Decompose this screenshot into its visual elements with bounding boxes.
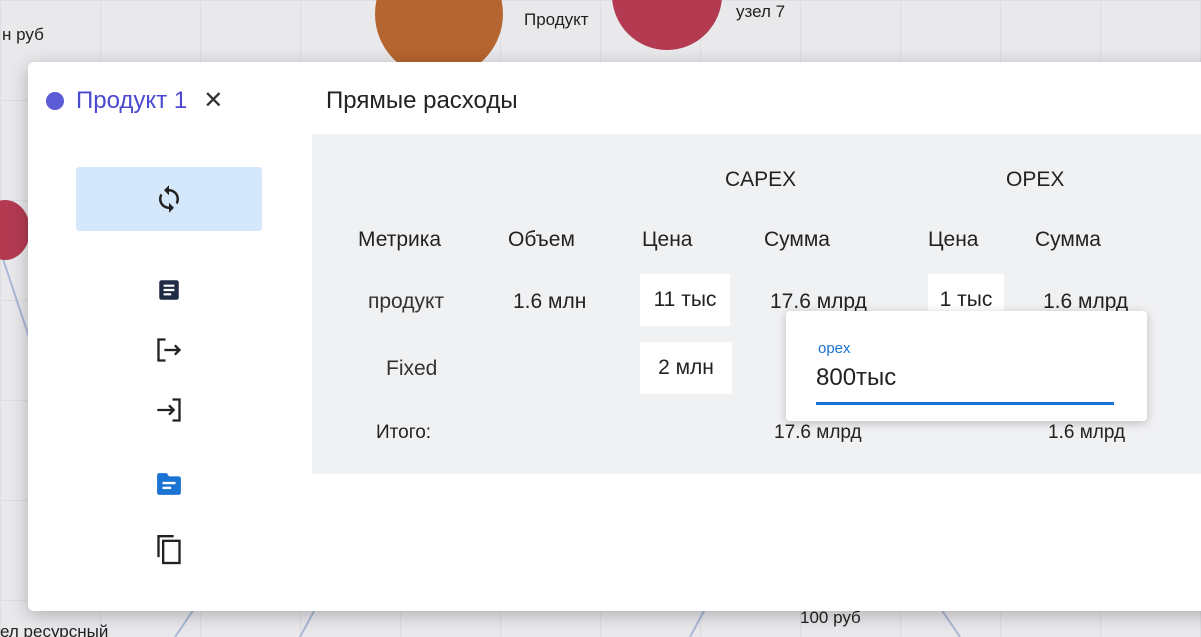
close-icon[interactable]: ✕ — [203, 89, 223, 113]
opex-field-underline — [816, 402, 1114, 405]
column-header-opex-price: Цена — [928, 228, 979, 251]
table-row-metric: продукт — [368, 290, 445, 313]
canvas-label: ел ресурсный — [0, 622, 109, 637]
opex-field-input[interactable] — [816, 357, 1114, 399]
total-opex-sum: 1.6 млрд — [1048, 422, 1126, 443]
total-label: Итого: — [376, 422, 432, 443]
section-title: Прямые расходы — [326, 87, 518, 114]
modal-header: Продукт 1 ✕ — [46, 86, 223, 116]
table-row-metric: Fixed — [386, 357, 438, 380]
canvas-label: узел 7 — [736, 2, 786, 21]
column-header-opex-sum: Сумма — [1035, 228, 1101, 251]
group-header-capex: CAPEX — [725, 168, 797, 191]
document-icon[interactable] — [155, 276, 183, 304]
direct-costs-table: CAPEX OPEX Метрика Объем Цена Сумма Цена… — [312, 134, 1201, 474]
folder-icon[interactable] — [155, 470, 183, 498]
refresh-button[interactable] — [76, 167, 262, 231]
logout-icon[interactable] — [155, 336, 183, 364]
canvas-label: Продукт — [524, 10, 589, 29]
canvas-label: н руб — [2, 25, 44, 44]
canvas-label: 100 руб — [800, 608, 861, 627]
column-header-capex-sum: Сумма — [764, 228, 830, 251]
total-capex-sum: 17.6 млрд — [774, 422, 862, 443]
column-header-volume: Объем — [508, 228, 575, 251]
capex-price-input[interactable]: 2 млн — [640, 342, 732, 394]
refresh-icon — [159, 185, 179, 213]
product-color-dot — [46, 92, 64, 110]
opex-edit-popup: opex — [786, 311, 1147, 421]
login-icon[interactable] — [155, 396, 183, 424]
copy-icon[interactable] — [155, 532, 183, 566]
opex-field-label: opex — [818, 340, 851, 357]
product-title[interactable]: Продукт 1 — [76, 87, 187, 115]
capex-price-input[interactable]: 11 тыс — [640, 274, 730, 326]
table-row-volume: 1.6 млн — [513, 290, 587, 313]
group-header-opex: OPEX — [1006, 168, 1065, 191]
column-header-metric: Метрика — [358, 228, 442, 251]
column-header-capex-price: Цена — [642, 228, 693, 251]
product-modal: Продукт 1 ✕ Прямые расходы CAPEX OPEX Ме… — [28, 62, 1201, 611]
